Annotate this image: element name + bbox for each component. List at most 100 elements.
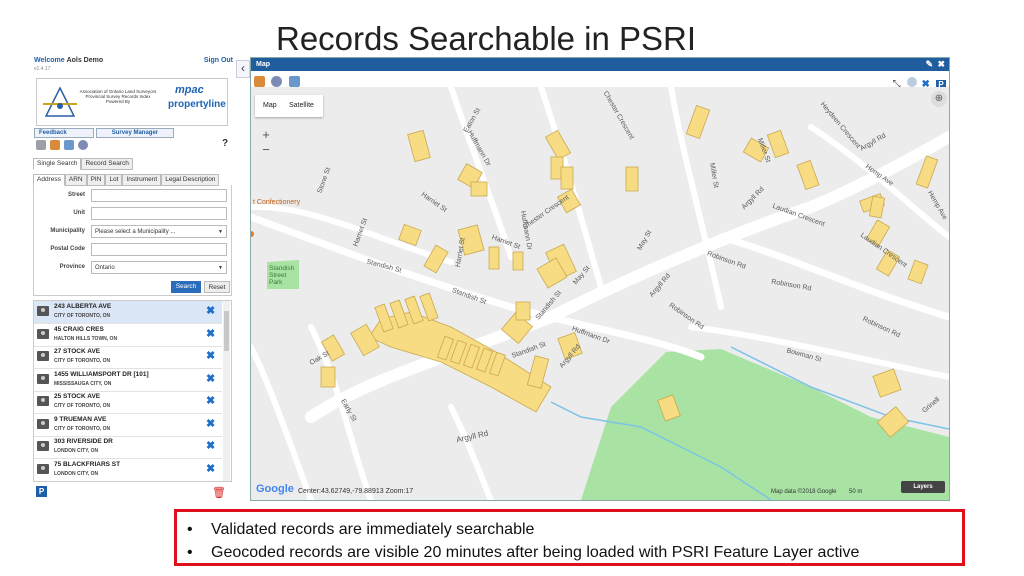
map-header: Map ✎ ✖: [251, 58, 949, 71]
panel-footer: P 🗑: [36, 486, 230, 499]
close-icon[interactable]: ✖: [206, 372, 215, 385]
result-city: MISSISSAUGA CITY, ON: [54, 380, 112, 387]
results-scrollbar[interactable]: [223, 301, 230, 481]
survey-manager-link[interactable]: Survey Manager: [95, 128, 174, 138]
chevron-down-icon: ▼: [218, 229, 223, 235]
street-label: Street: [67, 192, 85, 198]
close-icon[interactable]: ✖: [206, 439, 215, 452]
minimize-icon[interactable]: ✎: [925, 58, 933, 71]
zoom-out-button[interactable]: −: [257, 142, 275, 157]
street-input[interactable]: [91, 189, 227, 202]
postal-code-label: Postal Code: [50, 246, 85, 252]
logo-banner: Association of Ontario Land Surveyors Pr…: [36, 78, 228, 126]
globe-icon[interactable]: [77, 140, 88, 150]
print-icon[interactable]: [288, 76, 300, 87]
parcel: [685, 104, 711, 140]
parcel: [407, 129, 431, 163]
result-item[interactable]: 303 RIVERSIDE DR LONDON CITY, ON ✖: [34, 436, 222, 459]
parcel: [320, 366, 336, 388]
close-icon[interactable]: ✖: [206, 417, 215, 430]
chat-icon[interactable]: [907, 77, 918, 87]
zoom-magnifier-icon[interactable]: ⊕: [931, 91, 947, 107]
close-icon[interactable]: ✖: [206, 394, 215, 407]
camera-icon: [37, 306, 49, 316]
tab-single-search[interactable]: Single Search: [33, 158, 82, 170]
layers-tool-icon[interactable]: [254, 76, 265, 87]
municipality-select[interactable]: Please select a Municipality ... ▼: [91, 225, 227, 238]
result-address: 75 BLACKFRIARS ST: [54, 460, 121, 468]
search-tabs: Single Search Record Search: [33, 158, 133, 170]
tab-record-search[interactable]: Record Search: [81, 158, 133, 170]
result-city: CITY OF TORONTO, ON: [54, 403, 111, 409]
result-city: HALTON HILLS TOWN, ON: [54, 335, 118, 342]
confectionery-marker: [251, 231, 254, 237]
close-icon[interactable]: ✖: [206, 327, 215, 340]
parcel: [872, 368, 902, 398]
trash-icon[interactable]: 🗑: [212, 486, 226, 499]
map-graphics: [251, 87, 949, 500]
province-row: Province Ontario ▼: [34, 261, 231, 275]
mpac-logo: mpac: [175, 84, 204, 96]
close-icon[interactable]: ✖: [206, 349, 215, 362]
parcel: [560, 166, 574, 190]
postal-code-input[interactable]: [91, 243, 227, 256]
parcel: [544, 129, 572, 161]
result-address: 45 CRAIG CRES: [54, 325, 104, 333]
google-logo: Google: [256, 483, 294, 495]
layers-tool-icon[interactable]: [49, 140, 60, 150]
results-list: 243 ALBERTA AVE CITY OF TORONTO, ON ✖ 45…: [33, 300, 232, 482]
unit-row: Unit: [34, 207, 231, 221]
center-readout: Center:43.62749,-79.88913 Zoom:17: [298, 488, 414, 495]
result-item[interactable]: 27 STOCK AVE CITY OF TORONTO, ON ✖: [34, 346, 222, 369]
search-panel: Welcome Aols Demo Sign Out v1.4.17 Assoc…: [32, 54, 235, 500]
sign-out-link[interactable]: Sign Out: [204, 57, 233, 64]
result-item[interactable]: 45 CRAIG CRES HALTON HILLS TOWN, ON ✖: [34, 324, 222, 347]
result-item[interactable]: 25 STOCK AVE CITY OF TORONTO, ON ✖: [34, 391, 222, 414]
result-item[interactable]: 1455 WILLIAMSPORT DR [101] MISSISSAUGA C…: [34, 369, 222, 392]
reset-button[interactable]: Reset: [204, 281, 230, 293]
layers-button[interactable]: Layers: [901, 481, 945, 493]
camera-icon: [37, 418, 49, 429]
result-city: CITY OF TORONTO, ON: [54, 313, 111, 319]
camera-icon: [37, 441, 49, 451]
scrollbar-thumb[interactable]: [224, 311, 229, 351]
result-item[interactable]: 243 ALBERTA AVE CITY OF TORONTO, ON ✖: [34, 301, 222, 324]
print-icon[interactable]: [63, 140, 74, 150]
street-label: t Confectionery: [253, 199, 301, 206]
map-window: Map ✎ ✖ ⤡ ✖ P t Confectionery Standish S…: [250, 57, 950, 501]
slide-title: Records Searchable in PSRI: [276, 20, 697, 57]
result-item[interactable]: 75 BLACKFRIARS ST LONDON CITY, ON ✖: [34, 459, 222, 481]
map-type-control: Map Satellite: [255, 95, 323, 117]
p-badge-icon[interactable]: P: [36, 486, 47, 497]
map-type-map[interactable]: Map: [263, 102, 277, 109]
aols-logo-icon: [43, 86, 77, 117]
close-icon[interactable]: ✖: [937, 58, 945, 71]
camera-icon: [37, 373, 49, 384]
feedback-link[interactable]: Feedback: [34, 128, 94, 138]
map-canvas[interactable]: t Confectionery Standish Street Park Arg…: [251, 87, 949, 500]
map-toolbar: [254, 74, 302, 87]
ruler-icon[interactable]: [36, 140, 46, 150]
parcel: [512, 251, 524, 271]
bullet-list: Validated records are immediately search…: [187, 518, 859, 564]
top-links: Feedback Survey Manager: [34, 128, 174, 138]
map-scale: 50 m: [849, 489, 863, 495]
map-type-satellite[interactable]: Satellite: [289, 102, 314, 109]
zoom-control: + −: [257, 127, 275, 157]
close-icon[interactable]: ✖: [206, 304, 215, 317]
camera-icon: [37, 351, 49, 361]
collapse-panel-button[interactable]: ‹: [236, 60, 250, 78]
propertyline-logo: propertyline: [168, 99, 226, 110]
map-data-attribution: Map data ©2018 Google: [771, 489, 837, 495]
globe-icon[interactable]: [271, 76, 283, 87]
close-icon[interactable]: ✖: [206, 462, 215, 475]
help-icon[interactable]: ?: [222, 138, 228, 149]
province-select[interactable]: Ontario ▼: [91, 261, 227, 274]
unit-label: Unit: [73, 210, 85, 216]
parcel: [625, 166, 639, 192]
unit-input[interactable]: [91, 207, 227, 220]
zoom-in-button[interactable]: +: [257, 127, 275, 142]
result-item[interactable]: 9 TRUEMAN AVE CITY OF TORONTO, ON ✖: [34, 414, 222, 437]
search-button[interactable]: Search: [171, 281, 201, 293]
version-label: v1.4.17: [34, 66, 51, 72]
